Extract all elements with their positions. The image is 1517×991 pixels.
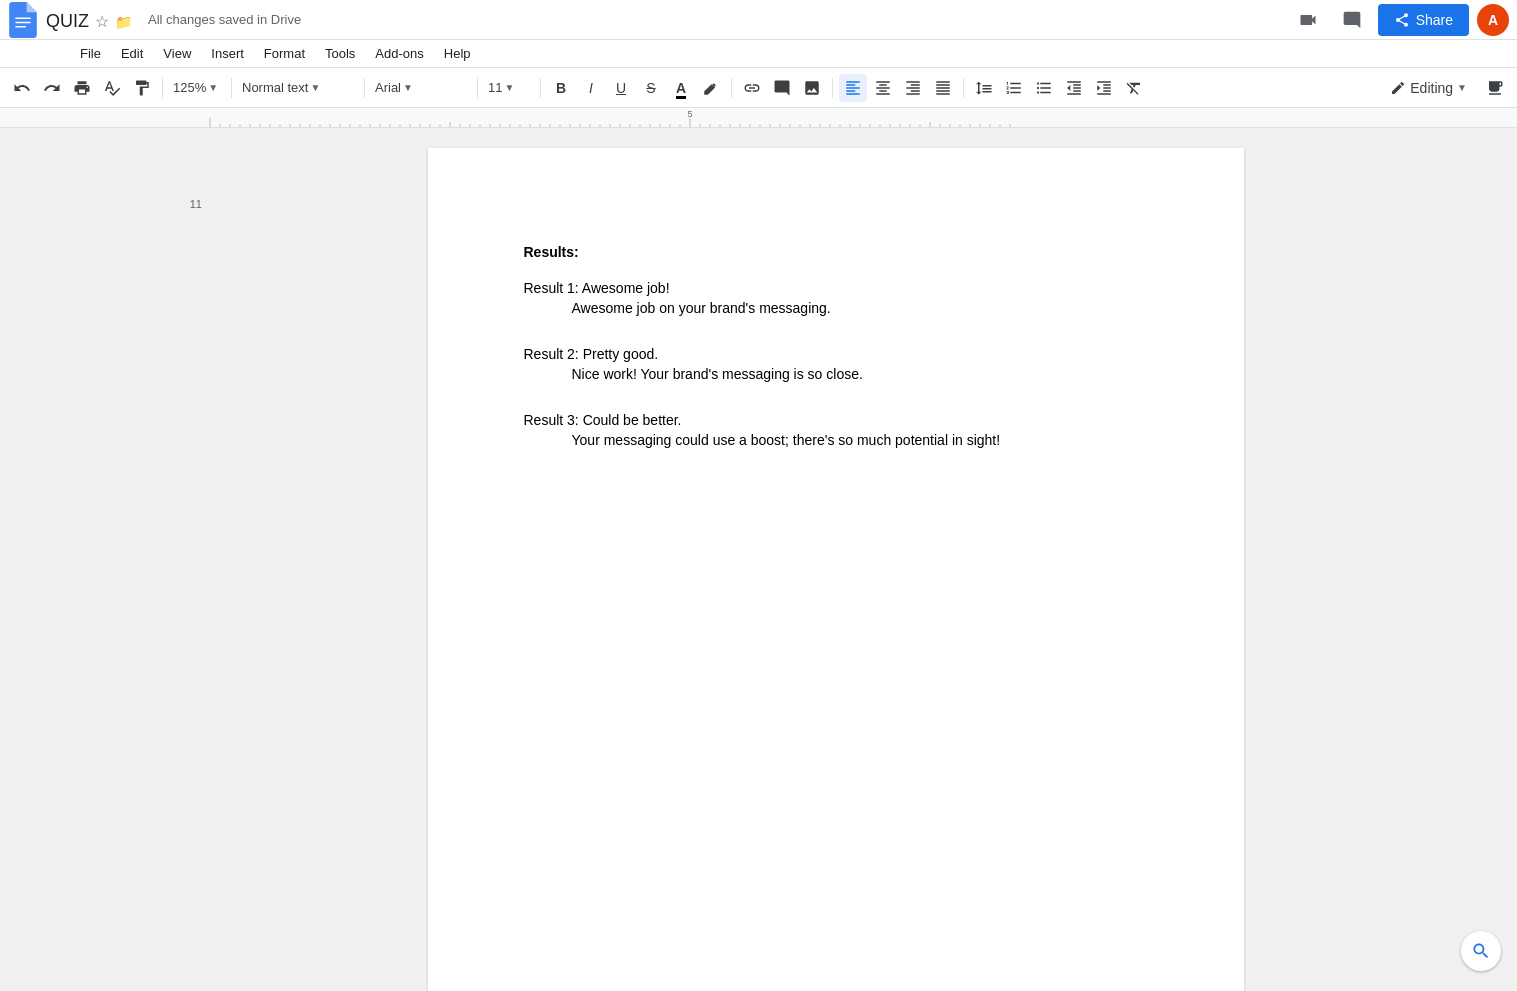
result-2-title: Result 2: Pretty good. xyxy=(524,346,1148,362)
italic-button[interactable]: I xyxy=(577,74,605,102)
top-bar: QUIZ ☆ 📁 All changes saved in Drive Shar… xyxy=(0,0,1517,40)
zoom-value: 125% xyxy=(173,80,206,95)
menu-bar: File Edit View Insert Format Tools Add-o… xyxy=(0,40,1517,68)
result-block-1: Result 1: Awesome job! Awesome job on yo… xyxy=(524,280,1148,316)
document-page: Results: Result 1: Awesome job! Awesome … xyxy=(428,148,1244,991)
align-left-button[interactable] xyxy=(839,74,867,102)
link-button[interactable] xyxy=(738,74,766,102)
divider-4 xyxy=(477,78,478,98)
zoom-button-area xyxy=(1461,931,1501,971)
zoom-select[interactable]: 125% ▼ xyxy=(169,74,225,102)
right-sidebar xyxy=(1461,128,1517,991)
collapse-sidebar-button[interactable] xyxy=(1481,74,1509,102)
page-numbers: 11 xyxy=(190,198,202,210)
avatar[interactable]: A xyxy=(1477,4,1509,36)
divider-1 xyxy=(162,78,163,98)
docs-icon[interactable] xyxy=(8,2,38,38)
result-1-desc: Awesome job on your brand's messaging. xyxy=(524,300,1148,316)
highlight-button[interactable] xyxy=(697,74,725,102)
text-color-button[interactable]: A xyxy=(667,74,695,102)
text-style-arrow-icon: ▼ xyxy=(310,82,320,93)
toolbar: 125% ▼ Normal text ▼ Arial ▼ 11 ▼ B I U … xyxy=(0,68,1517,108)
font-select[interactable]: Arial ▼ xyxy=(371,74,471,102)
increase-indent-button[interactable] xyxy=(1090,74,1118,102)
meet-button[interactable] xyxy=(1290,2,1326,38)
font-value: Arial xyxy=(375,80,401,95)
text-style-value: Normal text xyxy=(242,80,308,95)
spellcheck-button[interactable] xyxy=(98,74,126,102)
font-size-arrow-icon: ▼ xyxy=(504,82,514,93)
doc-area[interactable]: Results: Result 1: Awesome job! Awesome … xyxy=(210,128,1461,991)
result-1-title: Result 1: Awesome job! xyxy=(524,280,1148,296)
menu-help[interactable]: Help xyxy=(436,44,479,63)
result-block-3: Result 3: Could be better. Your messagin… xyxy=(524,412,1148,448)
redo-button[interactable] xyxy=(38,74,66,102)
menu-file[interactable]: File xyxy=(72,44,109,63)
result-2-desc: Nice work! Your brand's messaging is so … xyxy=(524,366,1148,382)
comment-button[interactable] xyxy=(1334,2,1370,38)
folder-icon[interactable]: 📁 xyxy=(115,14,132,30)
menu-view[interactable]: View xyxy=(155,44,199,63)
align-right-button[interactable] xyxy=(899,74,927,102)
numbered-list-button[interactable] xyxy=(1000,74,1028,102)
page-number-indicator: 11 xyxy=(190,198,202,210)
add-comment-button[interactable] xyxy=(768,74,796,102)
result-3-desc: Your messaging could use a boost; there'… xyxy=(524,432,1148,448)
zoom-arrow-icon: ▼ xyxy=(208,82,218,93)
clear-formatting-button[interactable] xyxy=(1120,74,1148,102)
main-area: 11 Results: Result 1: Awesome job! Aweso… xyxy=(0,128,1517,991)
divider-6 xyxy=(731,78,732,98)
divider-8 xyxy=(963,78,964,98)
line-spacing-button[interactable] xyxy=(970,74,998,102)
star-icon[interactable]: ☆ xyxy=(95,12,109,31)
explore-button[interactable] xyxy=(1461,931,1501,971)
bulleted-list-button[interactable] xyxy=(1030,74,1058,102)
doc-title[interactable]: QUIZ xyxy=(46,11,89,32)
menu-addons[interactable]: Add-ons xyxy=(367,44,431,63)
ruler xyxy=(0,108,1517,128)
menu-edit[interactable]: Edit xyxy=(113,44,151,63)
font-size-value: 11 xyxy=(488,80,502,95)
bold-button[interactable]: B xyxy=(547,74,575,102)
underline-button[interactable]: U xyxy=(607,74,635,102)
editing-mode-label: Editing xyxy=(1410,80,1453,96)
text-style-select[interactable]: Normal text ▼ xyxy=(238,74,358,102)
print-button[interactable] xyxy=(68,74,96,102)
divider-3 xyxy=(364,78,365,98)
result-block-2: Result 2: Pretty good. Nice work! Your b… xyxy=(524,346,1148,382)
decrease-indent-button[interactable] xyxy=(1060,74,1088,102)
align-center-button[interactable] xyxy=(869,74,897,102)
image-button[interactable] xyxy=(798,74,826,102)
undo-button[interactable] xyxy=(8,74,36,102)
svg-rect-0 xyxy=(15,17,31,19)
divider-7 xyxy=(832,78,833,98)
share-button[interactable]: Share xyxy=(1378,4,1469,36)
doc-heading: Results: xyxy=(524,244,1148,260)
align-justify-button[interactable] xyxy=(929,74,957,102)
divider-5 xyxy=(540,78,541,98)
strikethrough-button[interactable]: S xyxy=(637,74,665,102)
share-label: Share xyxy=(1416,12,1453,28)
result-3-title: Result 3: Could be better. xyxy=(524,412,1148,428)
menu-tools[interactable]: Tools xyxy=(317,44,363,63)
left-margin: 11 xyxy=(0,128,210,991)
top-right-actions: Share A xyxy=(1290,2,1509,38)
font-arrow-icon: ▼ xyxy=(403,82,413,93)
menu-format[interactable]: Format xyxy=(256,44,313,63)
editing-mode-arrow-icon: ▼ xyxy=(1457,82,1467,93)
svg-rect-1 xyxy=(15,21,31,23)
divider-2 xyxy=(231,78,232,98)
font-size-select[interactable]: 11 ▼ xyxy=(484,74,534,102)
save-status: All changes saved in Drive xyxy=(148,12,301,27)
svg-rect-2 xyxy=(15,26,26,28)
editing-mode-select[interactable]: Editing ▼ xyxy=(1382,76,1475,100)
paint-format-button[interactable] xyxy=(128,74,156,102)
menu-insert[interactable]: Insert xyxy=(203,44,252,63)
title-area: QUIZ ☆ 📁 xyxy=(46,7,132,32)
